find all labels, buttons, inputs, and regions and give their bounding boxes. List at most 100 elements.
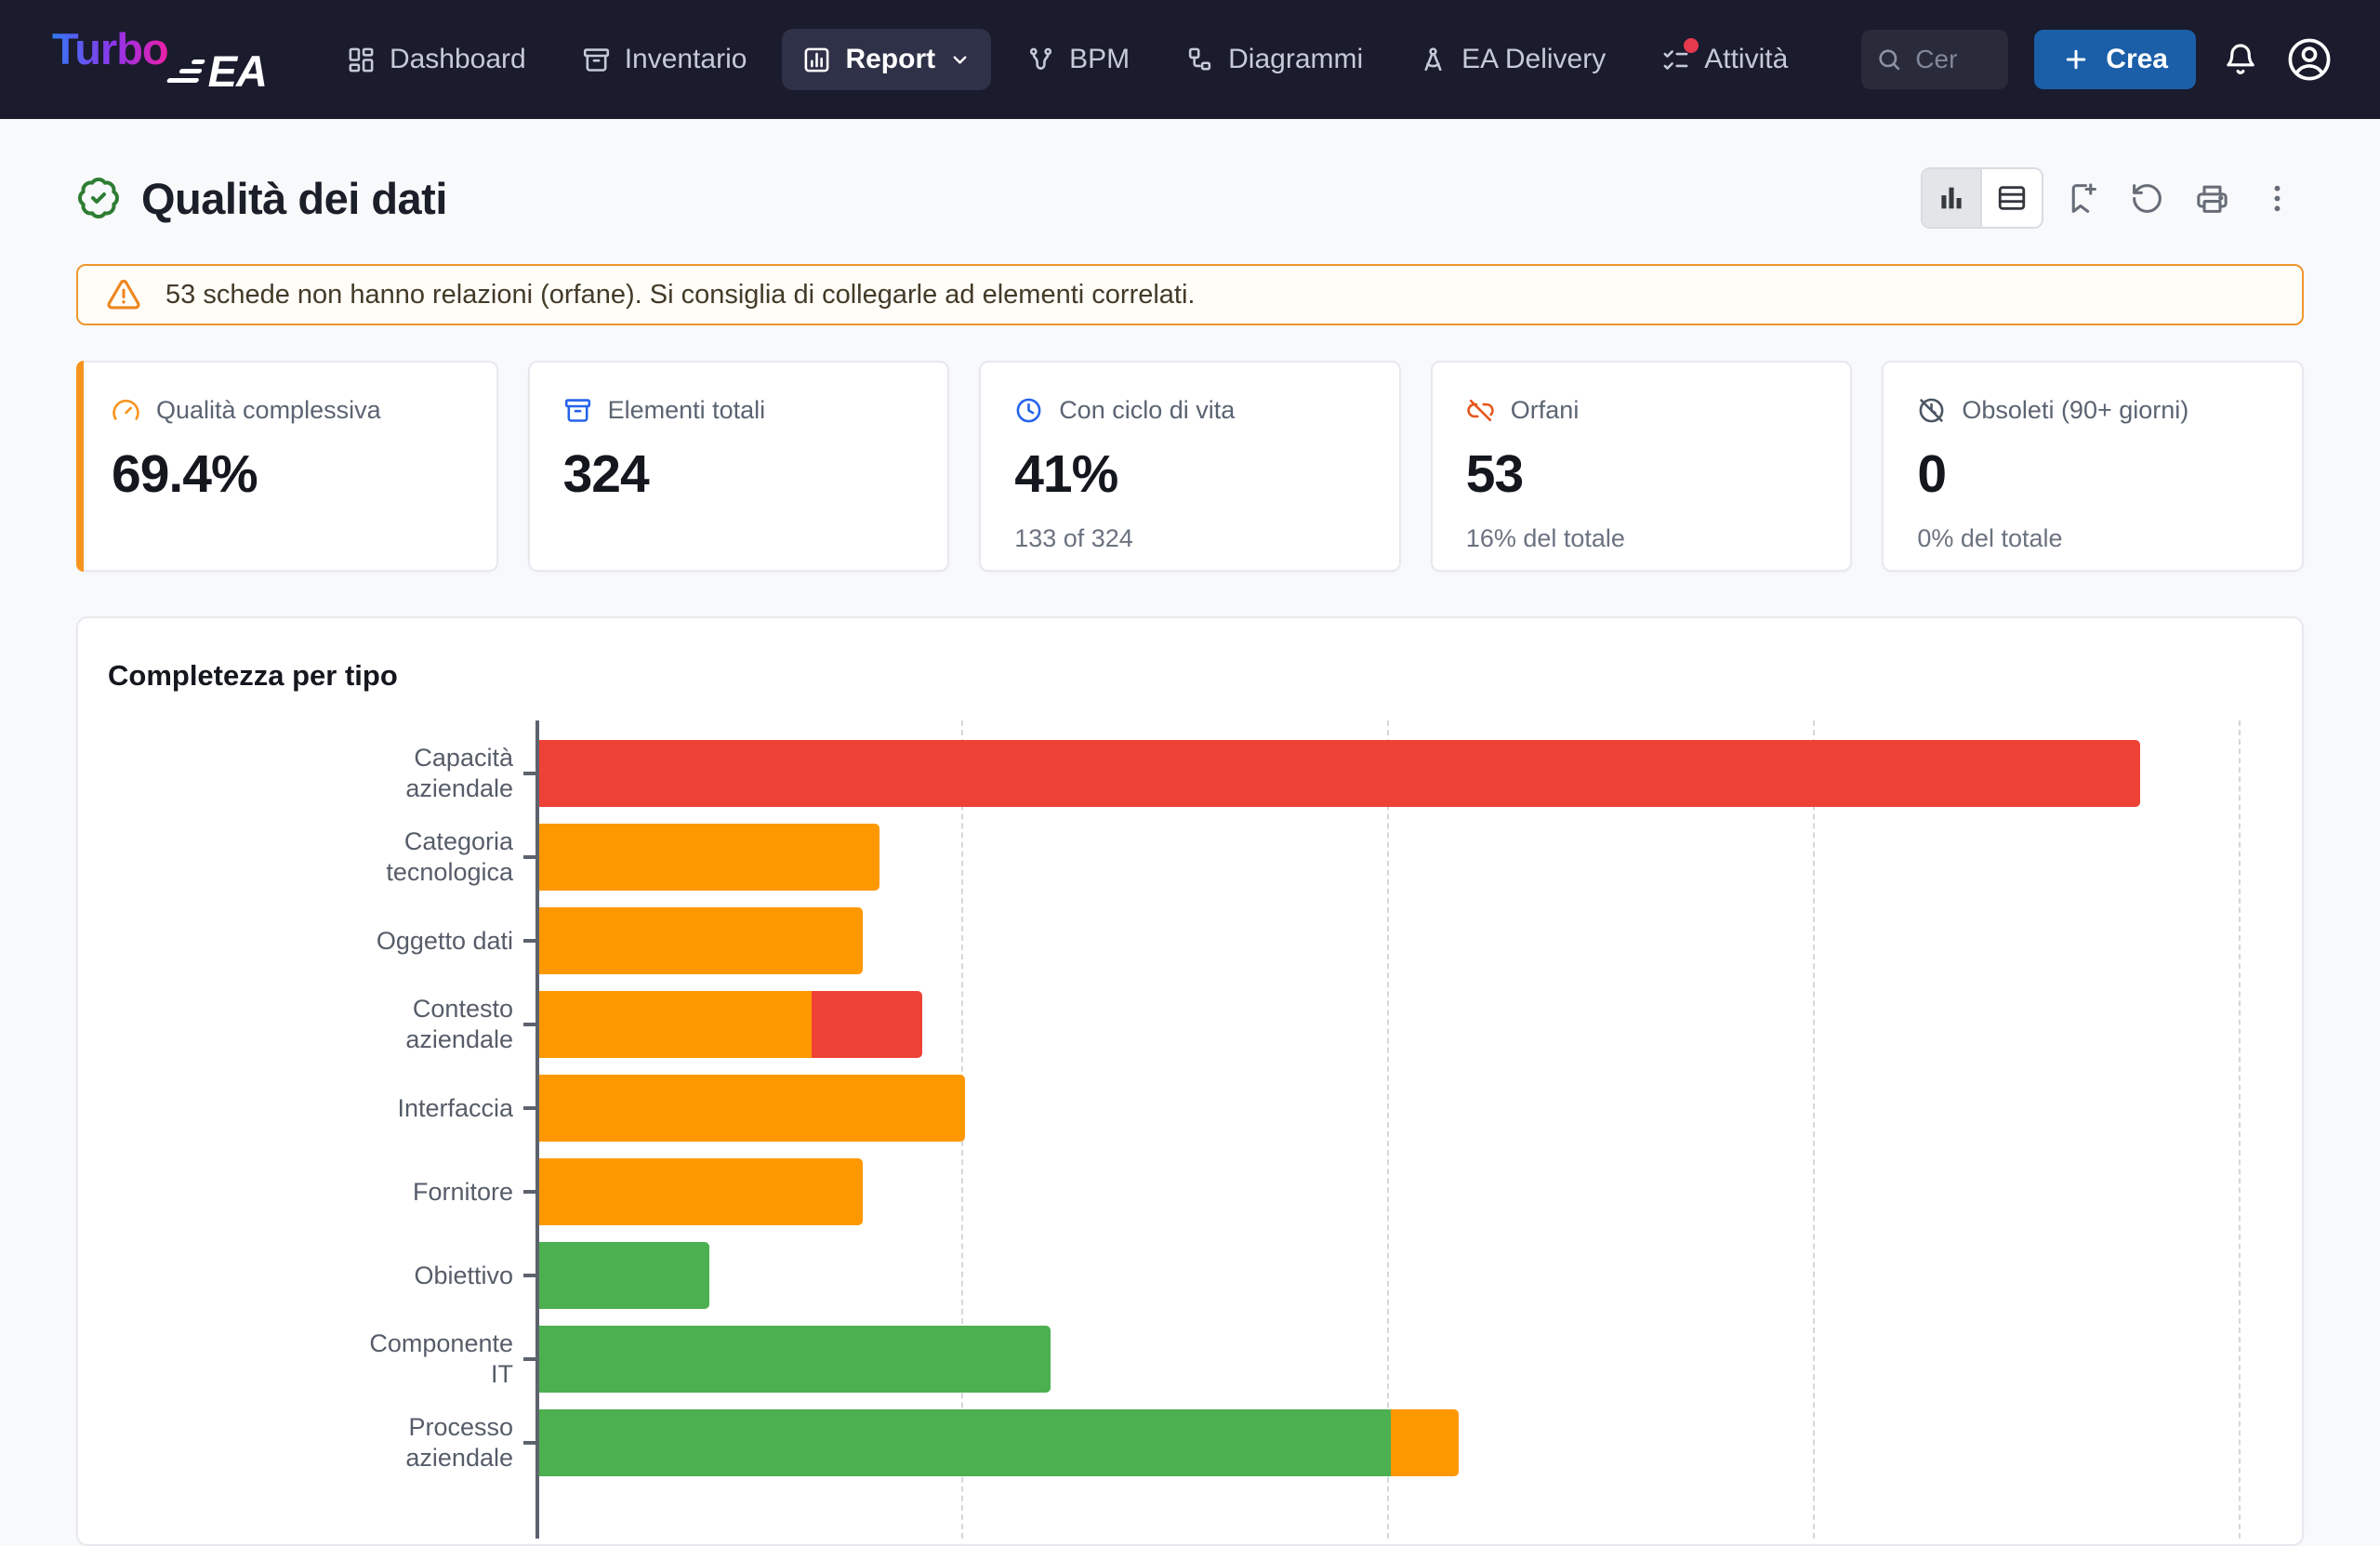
chart-card: Completezza per tipo Capacità aziendaleC… [76, 616, 2304, 1546]
nav-item-diagrammi[interactable]: Diagrammi [1165, 29, 1383, 90]
chart-title: Completezza per tipo [108, 659, 2272, 693]
user-menu-button[interactable] [2285, 35, 2334, 84]
stat-value: 41% [1014, 443, 1366, 505]
unlink-icon [1466, 396, 1495, 425]
printer-icon [2195, 181, 2229, 216]
nav-item-label: BPM [1069, 44, 1130, 75]
nav-item-report[interactable]: Report [782, 29, 991, 90]
bar-segment[interactable] [539, 907, 863, 974]
warning-text: 53 schede non hanno relazioni (orfane). … [165, 280, 1195, 311]
axis-tick [523, 1441, 536, 1445]
nav-item-dashboard[interactable]: Dashboard [326, 29, 547, 90]
chevron-down-icon [949, 49, 971, 71]
search-input[interactable] [1913, 44, 1988, 75]
axis-tick [523, 1190, 536, 1194]
nav-item-label: Report [845, 44, 935, 75]
bell-icon [2222, 41, 2259, 78]
app-logo[interactable]: Turbo EA [52, 23, 267, 97]
workflow-icon [1185, 46, 1214, 74]
stats-row: Qualità complessiva69.4%Elementi totali3… [76, 361, 2304, 572]
nav-item-label: EA Delivery [1461, 44, 1606, 75]
nav-item-label: Inventario [625, 44, 747, 75]
category-label: Obiettivo [108, 1234, 536, 1317]
clock-off-icon [1917, 396, 1946, 425]
stat-label: Elementi totali [608, 396, 766, 425]
archive-icon [582, 46, 611, 74]
chart-row: Categoria tecnologica [108, 815, 2272, 899]
chart-view-button[interactable] [1923, 169, 1982, 227]
chart-row: Capacità aziendale [108, 732, 2272, 815]
stat-subtext: 16% del totale [1466, 524, 1818, 553]
bar-chart-icon [1936, 182, 1967, 214]
bar-segment[interactable] [539, 1409, 1391, 1476]
nav-item-ea-delivery[interactable]: EA Delivery [1398, 29, 1626, 90]
nav-item-inventario[interactable]: Inventario [562, 29, 768, 90]
kebab-menu-icon [2260, 181, 2294, 216]
search-icon [1876, 46, 1902, 73]
top-navbar: Turbo EA Dashboard Inventario Report BPM Dia… [0, 0, 2380, 119]
category-label: Componente IT [108, 1317, 536, 1401]
stat-card: Orfani5316% del totale [1431, 361, 1853, 572]
chart-row: Oggetto dati [108, 899, 2272, 983]
stat-label: Con ciclo di vita [1059, 396, 1235, 425]
bar-segment[interactable] [539, 824, 879, 891]
global-search[interactable] [1861, 30, 2008, 89]
stat-subtext: 0% del totale [1917, 524, 2268, 553]
bar-segment[interactable] [812, 991, 922, 1058]
user-avatar-icon [2285, 35, 2334, 84]
bar-segment[interactable] [539, 1075, 965, 1142]
speed-lines-icon [166, 59, 205, 83]
page-header: Qualità dei dati [76, 167, 2304, 229]
logo-turbo-text: Turbo [52, 23, 168, 74]
nav-item-attivita[interactable]: Attività [1641, 29, 1808, 90]
axis-tick [523, 1106, 536, 1110]
bar-segment[interactable] [539, 740, 2140, 807]
refresh-icon [2130, 181, 2164, 216]
logo-ea-text: EA [170, 46, 267, 97]
nav-item-bpm[interactable]: BPM [1006, 29, 1150, 90]
bookmark-button[interactable] [2055, 171, 2109, 225]
clock-icon [1014, 396, 1043, 425]
table-view-button[interactable] [1982, 169, 2042, 227]
notifications-button[interactable] [2222, 41, 2259, 78]
refresh-button[interactable] [2120, 171, 2174, 225]
chart-row: Interfaccia [108, 1066, 2272, 1150]
more-options-button[interactable] [2250, 171, 2304, 225]
stat-label: Obsoleti (90+ giorni) [1962, 396, 2188, 425]
badge-check-icon [76, 176, 121, 220]
stat-value: 69.4% [112, 443, 463, 505]
stat-value: 324 [563, 443, 915, 505]
plus-icon [2062, 46, 2090, 73]
category-label: Oggetto dati [108, 899, 536, 983]
chart-row: Obiettivo [108, 1234, 2272, 1317]
axis-tick [523, 1023, 536, 1026]
circle-user-icon [2285, 35, 2334, 84]
bar-chart-square-icon [802, 46, 831, 74]
view-toggle [1921, 167, 2043, 229]
warning-triangle-icon [106, 277, 141, 312]
page-toolbar [1921, 167, 2304, 229]
bar-segment[interactable] [539, 1326, 1051, 1393]
create-button[interactable]: Crea [2034, 30, 2196, 89]
axis-tick [523, 772, 536, 775]
category-label: Capacità aziendale [108, 732, 536, 815]
bookmark-plus-icon [2065, 181, 2099, 216]
axis-tick [523, 1357, 536, 1361]
print-button[interactable] [2185, 171, 2239, 225]
stat-label: Orfani [1511, 396, 1580, 425]
drafting-compass-icon [1419, 46, 1448, 74]
table-rows-icon [1996, 182, 2028, 214]
bar-segment[interactable] [1391, 1409, 1459, 1476]
navbar-right: Crea [1861, 30, 2334, 89]
bar-segment[interactable] [539, 991, 812, 1058]
chart-row: Processo aziendale [108, 1401, 2272, 1485]
nav-item-label: Dashboard [390, 44, 526, 75]
search-icon [1876, 46, 1902, 73]
bar-segment[interactable] [539, 1242, 709, 1309]
page-title: Qualità dei dati [141, 173, 447, 224]
nav-item-label: Diagrammi [1228, 44, 1363, 75]
bar-segment[interactable] [539, 1158, 863, 1225]
stat-value: 0 [1917, 443, 2268, 505]
category-label: Processo aziendale [108, 1401, 536, 1485]
chart-row: Componente IT [108, 1317, 2272, 1401]
